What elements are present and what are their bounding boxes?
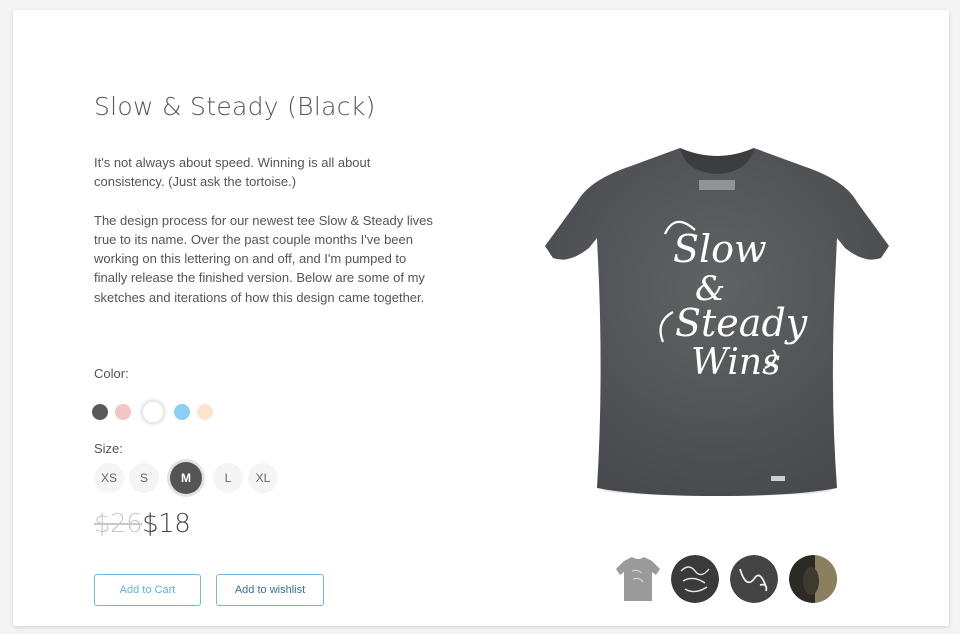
- size-option-xl[interactable]: XL: [248, 463, 278, 493]
- add-to-wishlist-button[interactable]: Add to wishlist: [216, 574, 324, 606]
- tshirt-image: Slow & Steady Wins: [545, 148, 889, 496]
- thumbnail-lettering-sketch-2[interactable]: [730, 555, 778, 603]
- color-swatch-blue[interactable]: [174, 404, 190, 420]
- product-title: Slow & Steady (Black): [94, 92, 376, 121]
- thumbnail-lettering-sketch-1[interactable]: [671, 555, 719, 603]
- description-paragraph-1: It's not always about speed. Winning is …: [94, 155, 371, 190]
- gray-tee-icon: [616, 557, 660, 601]
- lettering-sketch-icon: [671, 555, 719, 603]
- product-image: Slow & Steady Wins: [545, 142, 889, 502]
- sale-price: $18: [142, 509, 191, 539]
- original-price: $26: [94, 509, 143, 539]
- color-swatch-dark-gray[interactable]: [92, 404, 108, 420]
- size-option-xs[interactable]: XS: [94, 463, 124, 493]
- person-photo-icon: [789, 555, 837, 603]
- lettering-detail-icon: [730, 555, 778, 603]
- print-slow: Slow: [673, 227, 767, 271]
- color-swatch-white[interactable]: [142, 401, 164, 423]
- size-option-l[interactable]: L: [213, 463, 243, 493]
- product-description: It's not always about speed. Winning is …: [94, 153, 439, 307]
- color-swatch-pink[interactable]: [115, 404, 131, 420]
- print-wins: Wins: [691, 342, 781, 383]
- color-label: Color:: [94, 366, 129, 381]
- thumbnail-photo[interactable]: [789, 555, 837, 603]
- price: $26$18: [94, 509, 191, 539]
- size-option-s[interactable]: S: [129, 463, 159, 493]
- color-swatch-peach[interactable]: [197, 404, 213, 420]
- add-to-cart-button[interactable]: Add to Cart: [94, 574, 201, 606]
- product-card: Slow & Steady (Black) It's not always ab…: [13, 10, 949, 626]
- thumbnail-gray-tee[interactable]: [614, 555, 662, 603]
- description-paragraph-2: The design process for our newest tee Sl…: [94, 212, 433, 305]
- print-steady: Steady: [675, 301, 808, 345]
- size-option-m[interactable]: M: [170, 462, 202, 494]
- size-label: Size:: [94, 441, 123, 456]
